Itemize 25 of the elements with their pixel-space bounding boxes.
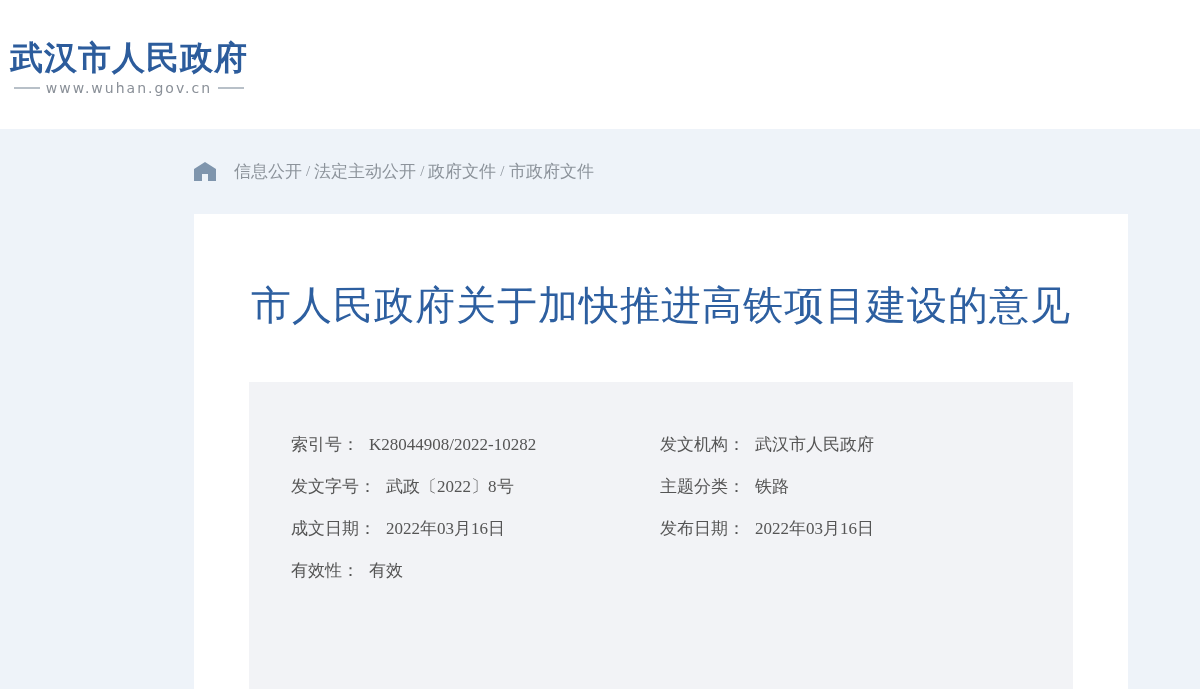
field-value: 武政〔2022〕8号 [386, 476, 514, 498]
article-title: 市人民政府关于加快推进高铁项目建设的意见 [251, 282, 1071, 330]
breadcrumb-link[interactable]: 法定主动公开 [314, 159, 417, 183]
field-value: 2022年03月16日 [386, 518, 505, 540]
breadcrumb-separator: / [420, 162, 425, 180]
breadcrumb-link[interactable]: 市政府文件 [508, 159, 594, 183]
breadcrumb-separator: / [306, 162, 311, 180]
field-value: 武汉市人民政府 [755, 434, 874, 456]
field-label: 发布日期： [660, 518, 745, 540]
field-value: K28044908/2022-10282 [369, 434, 537, 456]
site-logo-title[interactable]: 武汉市人民政府 [10, 38, 248, 78]
breadcrumb-link[interactable]: 政府文件 [428, 159, 497, 183]
field-label: 索引号： [291, 434, 359, 456]
site-url: www.wuhan.gov.cn [45, 80, 213, 96]
field-label: 有效性： [291, 560, 359, 582]
home-icon[interactable] [194, 161, 216, 181]
field-label: 发文字号： [291, 476, 376, 498]
field-value: 有效 [369, 560, 403, 582]
field-value: 铁路 [755, 476, 789, 498]
field-label: 主题分类： [660, 476, 745, 498]
field-value: 2022年03月16日 [755, 518, 874, 540]
field-label: 成文日期： [291, 518, 376, 540]
breadcrumb-separator: / [500, 162, 505, 180]
breadcrumb-link[interactable]: 信息公开 [234, 159, 302, 183]
field-label: 发文机构： [660, 434, 745, 456]
